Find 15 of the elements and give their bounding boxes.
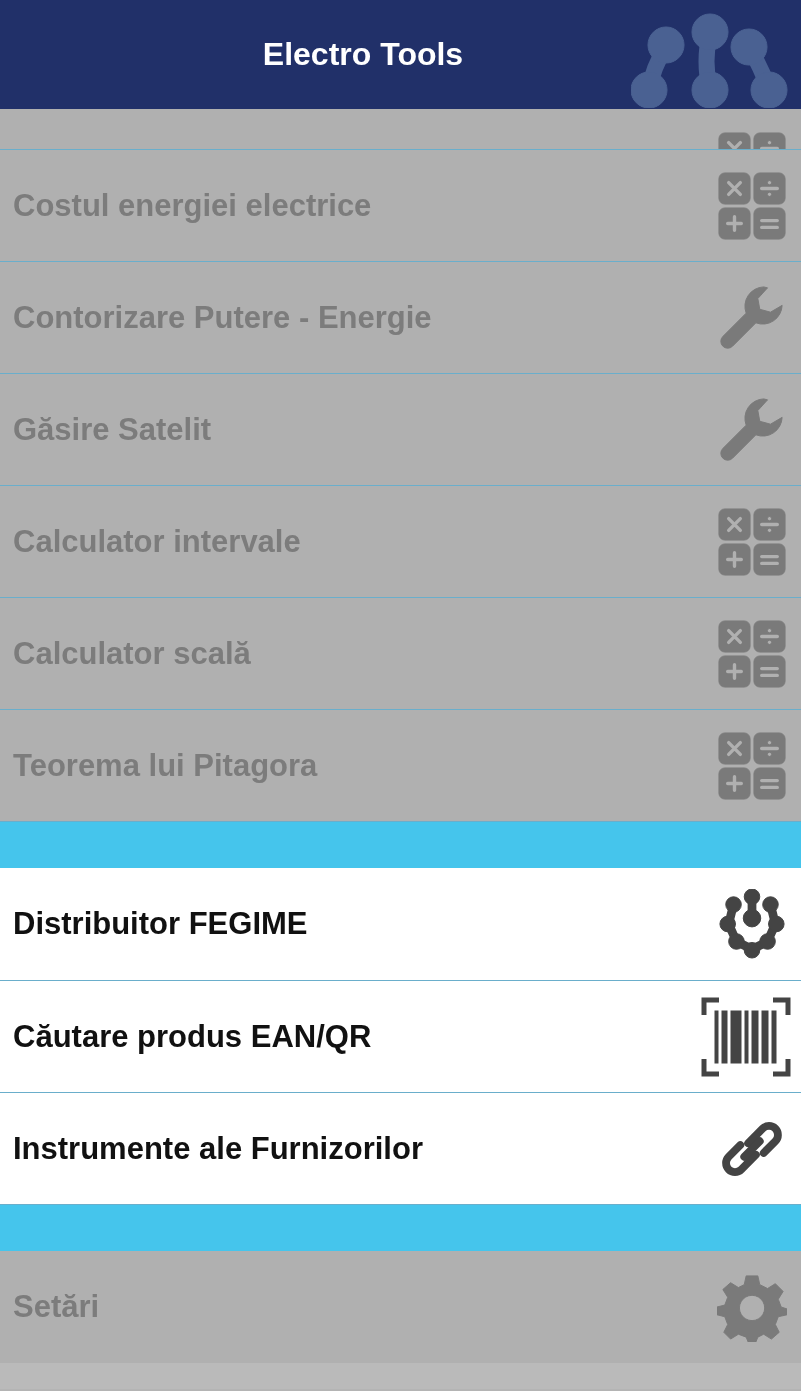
network-icon bbox=[717, 889, 787, 959]
logo-icon bbox=[631, 12, 789, 108]
calculator-icon bbox=[717, 170, 787, 241]
calculator-icon bbox=[717, 730, 787, 801]
menu-item[interactable]: Distribuitor FEGIME bbox=[0, 868, 801, 980]
menu-item-label: Distribuitor FEGIME bbox=[13, 906, 308, 942]
menu-item[interactable]: Instrumente ale Furnizorilor bbox=[0, 1092, 801, 1204]
app-title: Electro Tools bbox=[262, 36, 464, 73]
calculator-icon bbox=[717, 506, 787, 577]
barcode-icon bbox=[701, 996, 791, 1077]
menu-item-label: Căutare produs EAN/QR bbox=[13, 1018, 372, 1055]
calculator-icon bbox=[717, 618, 787, 689]
menu-item-label: Instrumente ale Furnizorilor bbox=[13, 1130, 423, 1167]
gear-icon bbox=[717, 1272, 787, 1342]
menu-item[interactable]: Căutare produs EAN/QR bbox=[0, 980, 801, 1092]
